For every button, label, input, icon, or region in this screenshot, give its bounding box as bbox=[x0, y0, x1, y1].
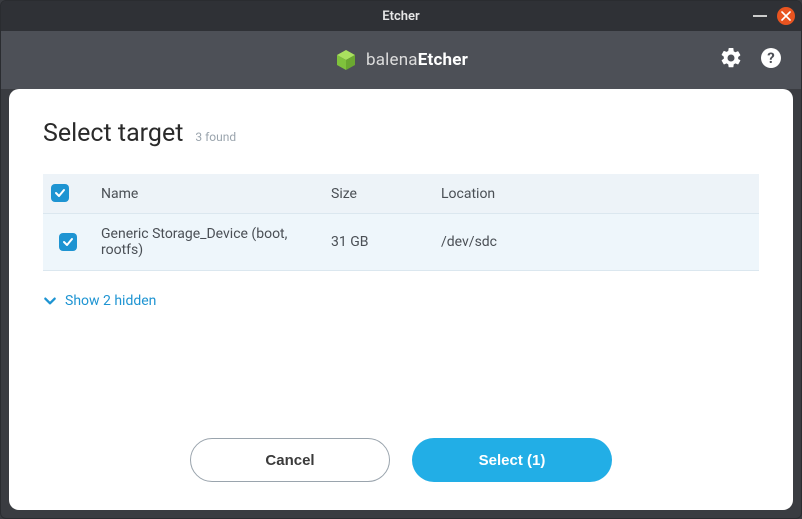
column-name: Name bbox=[93, 174, 323, 214]
table-row[interactable]: Generic Storage_Device (boot, rootfs) 31… bbox=[43, 214, 759, 271]
page-title: Select target bbox=[43, 119, 183, 148]
help-button[interactable]: ? bbox=[759, 46, 783, 74]
page-heading: Select target 3 found bbox=[43, 119, 759, 148]
cancel-button[interactable]: Cancel bbox=[190, 438, 390, 482]
close-icon bbox=[781, 11, 791, 21]
row-checkbox[interactable] bbox=[59, 233, 77, 251]
minimize-button[interactable] bbox=[753, 15, 767, 17]
cube-icon bbox=[334, 48, 358, 72]
brand-logo: balenaEtcher bbox=[334, 48, 468, 72]
show-hidden-label: Show 2 hidden bbox=[65, 293, 156, 309]
check-icon bbox=[62, 236, 74, 248]
brand-name-light: balena bbox=[366, 50, 418, 70]
select-button[interactable]: Select (1) bbox=[412, 438, 612, 482]
column-location: Location bbox=[433, 174, 759, 214]
table-header-row: Name Size Location bbox=[43, 174, 759, 214]
target-location: /dev/sdc bbox=[433, 214, 759, 271]
column-size: Size bbox=[323, 174, 433, 214]
window-controls bbox=[753, 7, 795, 25]
help-icon: ? bbox=[759, 46, 783, 70]
close-button[interactable] bbox=[777, 7, 795, 25]
action-bar: Cancel Select (1) bbox=[43, 438, 759, 486]
settings-button[interactable] bbox=[719, 46, 743, 74]
window-title: Etcher bbox=[1, 9, 801, 24]
found-count: 3 found bbox=[195, 130, 236, 144]
brand-name-bold: Etcher bbox=[418, 50, 468, 70]
gear-icon bbox=[719, 46, 743, 70]
main-content: Select target 3 found Name Size Location bbox=[9, 89, 793, 510]
app-window: Etcher balenaEtcher ? bbox=[0, 0, 802, 519]
select-all-checkbox[interactable] bbox=[51, 184, 69, 202]
app-header: balenaEtcher ? bbox=[1, 31, 801, 89]
target-size: 31 GB bbox=[323, 214, 433, 271]
targets-table: Name Size Location Generic Storage_Devic… bbox=[43, 174, 759, 271]
svg-text:?: ? bbox=[767, 49, 774, 67]
chevron-down-icon bbox=[43, 294, 57, 308]
brand-text: balenaEtcher bbox=[366, 50, 468, 70]
show-hidden-toggle[interactable]: Show 2 hidden bbox=[43, 293, 759, 309]
titlebar: Etcher bbox=[1, 1, 801, 31]
check-icon bbox=[54, 187, 66, 199]
target-name: Generic Storage_Device (boot, rootfs) bbox=[93, 214, 323, 271]
